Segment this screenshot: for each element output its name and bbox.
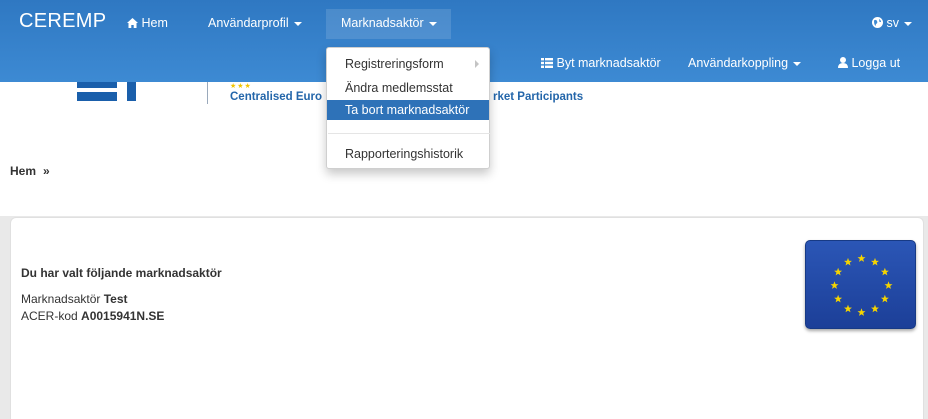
caret-down-icon: [793, 61, 802, 66]
home-icon: [127, 16, 141, 30]
menu-item-reporting-history[interactable]: Rapporteringshistorik: [327, 144, 489, 164]
user-icon: [838, 56, 851, 70]
menu-item-label: Rapporteringshistorik: [345, 147, 464, 161]
nav-home-label: Hem: [141, 16, 168, 30]
nav-user-profile-label: Användarprofil: [208, 16, 289, 30]
switch-participant-label: Byt marknadsaktör: [556, 56, 661, 70]
caret-down-icon: [903, 21, 912, 26]
nav-home[interactable]: Hem: [127, 16, 168, 30]
market-participant-dropdown: Registreringsform Ändra medlemsstat Ta b…: [326, 47, 490, 169]
flag-star: [857, 308, 866, 316]
flag-star: [884, 281, 893, 289]
nav-user-link-label: Användarkoppling: [688, 56, 789, 70]
caret-right-icon: [475, 60, 479, 68]
globe-icon: [872, 16, 886, 30]
brand-logo[interactable]: CEREMP: [19, 10, 106, 33]
nav-user-link[interactable]: Användarkoppling: [688, 56, 802, 70]
menu-item-remove-participant[interactable]: Ta bort marknadsaktör: [327, 100, 489, 120]
ei-logo: [77, 82, 143, 104]
flag-star: [880, 267, 889, 276]
menu-item-label: Registreringsform: [345, 57, 444, 71]
eu-flag-stars: [830, 254, 893, 316]
flag-star: [871, 257, 879, 266]
participant-line: Marknadsaktör Test: [21, 292, 128, 306]
caret-down-icon: [293, 21, 302, 26]
nav-user-profile[interactable]: Användarprofil: [208, 16, 302, 30]
logout-label: Logga ut: [851, 56, 901, 70]
eu-flag: [805, 240, 916, 329]
content-separator: [0, 200, 928, 216]
acer-code-value: A0015941N.SE: [81, 309, 165, 323]
flag-star: [857, 254, 866, 262]
flag-star: [830, 281, 839, 289]
participant-value: Test: [103, 292, 128, 306]
logo-divider: [207, 82, 208, 104]
acer-code-line: ACER-kod A0015941N.SE: [21, 309, 164, 323]
menu-item-registration-form[interactable]: Registreringsform: [327, 54, 489, 74]
banner-text-right: rket Participants: [493, 91, 584, 103]
nav-market-participant-label: Marknadsaktör: [341, 16, 424, 30]
flag-star: [871, 304, 879, 313]
panel-heading: Du har valt följande marknadsaktör: [21, 266, 222, 280]
participant-label: Marknadsaktör: [21, 292, 101, 306]
nav-market-participant[interactable]: Marknadsaktör: [341, 16, 437, 30]
caret-down-icon: [428, 21, 437, 26]
switch-participant-link[interactable]: Byt marknadsaktör: [541, 56, 661, 70]
flag-star: [834, 294, 843, 303]
banner-text-left: Centralised Euro: [230, 91, 323, 103]
list-icon: [541, 56, 556, 70]
breadcrumb-home[interactable]: Hem: [10, 164, 36, 178]
menu-divider: [328, 133, 490, 134]
menu-item-label: Ta bort marknadsaktör: [345, 103, 470, 117]
flag-star: [844, 257, 852, 266]
language-label: sv: [886, 16, 899, 30]
flag-star: [880, 294, 889, 303]
flag-star: [844, 304, 852, 313]
logout-link[interactable]: Logga ut: [838, 56, 900, 70]
breadcrumb-separator: »: [43, 164, 50, 178]
acer-code-label: ACER-kod: [21, 309, 78, 323]
menu-item-change-member-state[interactable]: Ändra medlemsstat: [327, 78, 489, 98]
language-selector[interactable]: sv: [872, 16, 912, 30]
ceremp-logo-stars: ★★★: [230, 83, 252, 90]
menu-item-label: Ändra medlemsstat: [345, 81, 453, 95]
flag-star: [834, 267, 843, 276]
